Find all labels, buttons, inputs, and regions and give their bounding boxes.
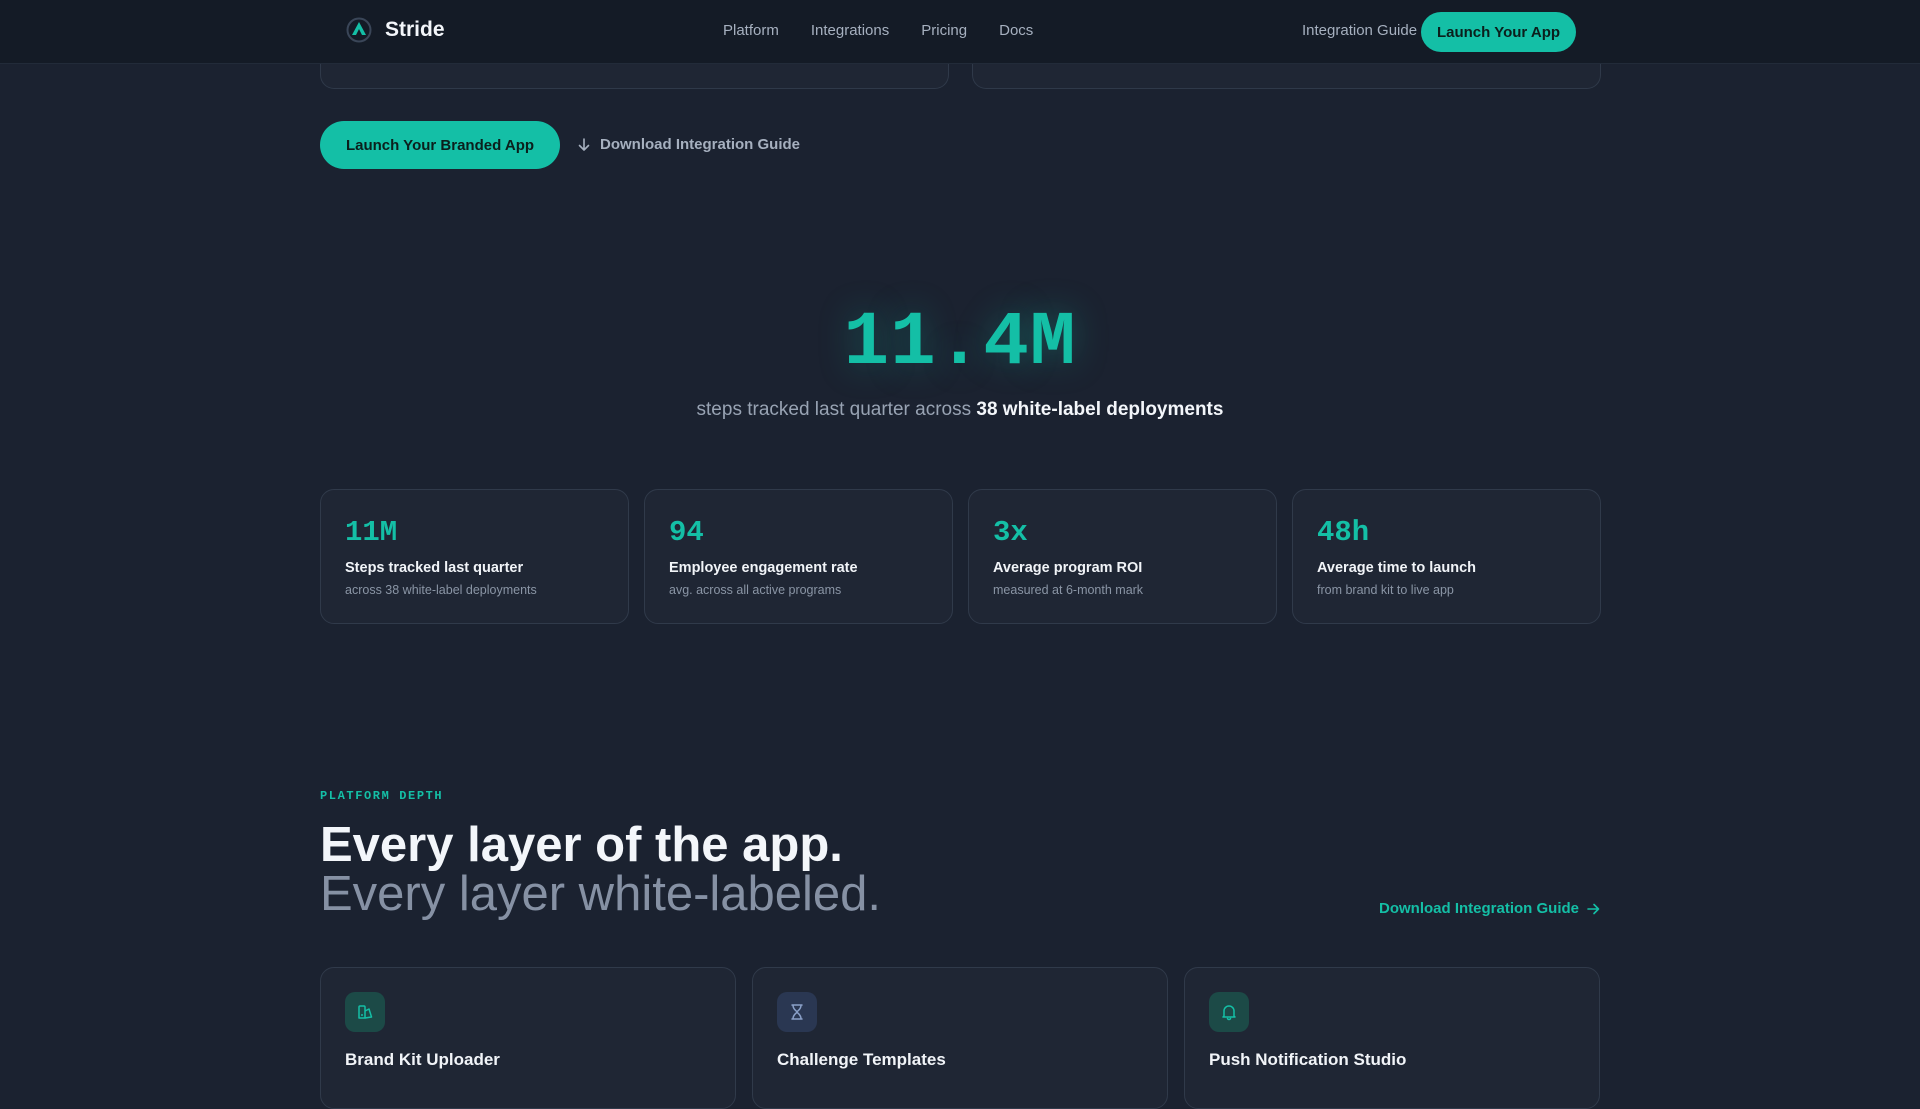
download-guide-label: Download Integration Guide: [600, 136, 800, 153]
feature-title: Challenge Templates: [777, 1050, 946, 1069]
section-download-guide-link[interactable]: Download Integration Guide: [1379, 900, 1600, 917]
section-headline: Every layer of the app.: [320, 818, 843, 872]
stat-label: Average time to launch: [1317, 560, 1477, 576]
brand-logo[interactable]: Stride: [346, 17, 445, 43]
top-nav: Stride Platform Integrations Pricing Doc…: [0, 0, 1920, 64]
stat-label: Employee engagement rate: [669, 560, 858, 576]
feature-card-challenge-templates[interactable]: Challenge Templates: [752, 967, 1168, 1109]
stat-card: 3x Average program ROI measured at 6-mon…: [968, 489, 1277, 624]
stat-value: 94: [669, 516, 704, 549]
stride-logo-icon: [346, 17, 372, 43]
stat-value: 48h: [1317, 516, 1370, 549]
nav-link-docs[interactable]: Docs: [999, 22, 1033, 39]
section-subheadline: Every layer white-labeled.: [320, 867, 882, 921]
nav-links: Platform Integrations Pricing Docs: [723, 22, 1033, 39]
stat-label: Steps tracked last quarter: [345, 560, 524, 576]
stat-subtext: avg. across all active programs: [669, 583, 842, 597]
feature-title: Brand Kit Uploader: [345, 1050, 500, 1069]
nav-link-platform[interactable]: Platform: [723, 22, 779, 39]
section-download-guide-label: Download Integration Guide: [1379, 900, 1579, 917]
stat-card: 11M Steps tracked last quarter across 38…: [320, 489, 629, 624]
metric-caption-text: steps tracked last quarter across: [696, 399, 972, 420]
brand-kit-icon: [345, 992, 385, 1032]
stat-subtext: across 38 white-label deployments: [345, 583, 537, 597]
stat-card: 94 Employee engagement rate avg. across …: [644, 489, 953, 624]
stat-subtext: from brand kit to live app: [1317, 583, 1454, 597]
nav-integration-guide-link[interactable]: Integration Guide: [1302, 22, 1417, 39]
headline-metric: 11.4M: [843, 300, 1077, 386]
stat-card: 48h Average time to launch from brand ki…: [1292, 489, 1601, 624]
arrow-right-icon: [1587, 903, 1600, 914]
stat-value: 11M: [345, 516, 398, 549]
download-guide-link[interactable]: Download Integration Guide: [578, 136, 800, 153]
feature-title: Push Notification Studio: [1209, 1050, 1407, 1069]
hourglass-icon: [777, 992, 817, 1032]
stat-subtext: measured at 6-month mark: [993, 583, 1144, 597]
stat-value: 3x: [993, 516, 1028, 549]
feature-card-brand-kit[interactable]: Brand Kit Uploader: [320, 967, 736, 1109]
arrow-down-icon: [578, 137, 590, 151]
section-eyebrow: PLATFORM DEPTH: [320, 789, 444, 803]
headline-metric-caption: steps tracked last quarter across 38 whi…: [0, 399, 1920, 421]
stat-label: Average program ROI: [993, 560, 1143, 576]
feature-card-push-notifications[interactable]: Push Notification Studio: [1184, 967, 1600, 1109]
nav-link-integrations[interactable]: Integrations: [811, 22, 889, 39]
metric-caption-highlight: 38 white-label deployments: [976, 399, 1224, 420]
nav-link-pricing[interactable]: Pricing: [921, 22, 967, 39]
launch-branded-app-button[interactable]: Launch Your Branded App: [320, 121, 560, 169]
launch-your-app-button[interactable]: Launch Your App: [1421, 12, 1576, 52]
brand-name: Stride: [385, 18, 445, 41]
bell-icon: [1209, 992, 1249, 1032]
